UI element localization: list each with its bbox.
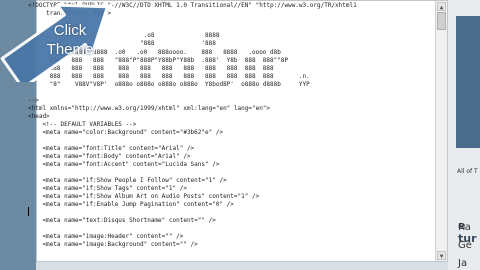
scrollbar-thumb[interactable] [437,12,446,30]
scroll-down-icon[interactable]: ▼ [437,251,446,260]
callout-label-line2: Theme [46,41,94,58]
editor-scrollbar[interactable]: ▲ ▼ [435,1,447,261]
code-line: <meta name="font:Body" content="Arial" /… [28,153,191,160]
code-line: <meta name="font:Accent" content="Lucida… [28,161,220,168]
code-line: <meta name="if:Enable Jump Pagination" c… [28,201,234,208]
code-line: <meta name="if:Show Album Art on Audio P… [28,193,260,200]
text-caret [28,207,29,216]
code-line: <!-- DEFAULT VARIABLES --> [28,121,137,128]
code-line: <html xmlns="http://www.w3.org/1999/xhtm… [28,105,271,112]
callout-label-line1: Click [53,22,87,39]
code-line: <meta name="image:Background" content=""… [28,241,198,248]
code-line: --> [28,97,39,104]
code-line: <meta name="text:Disqus Shortname" conte… [28,217,216,224]
code-line: <meta name="if:Show People I Follow" con… [28,177,227,184]
scroll-up-icon[interactable]: ▲ [437,2,446,11]
editor-bottom-bar [36,262,448,270]
right-panel-item[interactable]: Ja [458,258,467,269]
code-line: <meta name="if:Show Tags" content="1" /> [28,185,187,192]
code-line: "8" V88V"V8P' o888o o888o o888o o888o Y8… [28,81,310,88]
code-line: <head> [28,113,50,120]
right-panel-small-text: All of T [457,168,478,175]
right-panel-item[interactable]: Ra [458,222,471,233]
code-line: <meta name="color:Background" content="#… [28,129,224,136]
right-panel-banner [456,16,480,148]
code-line: <meta name="image:Header" content="" /> [28,233,184,240]
right-panel-item[interactable]: Ge [458,240,472,251]
code-line: <meta name="font:Title" content="Arial" … [28,145,195,152]
